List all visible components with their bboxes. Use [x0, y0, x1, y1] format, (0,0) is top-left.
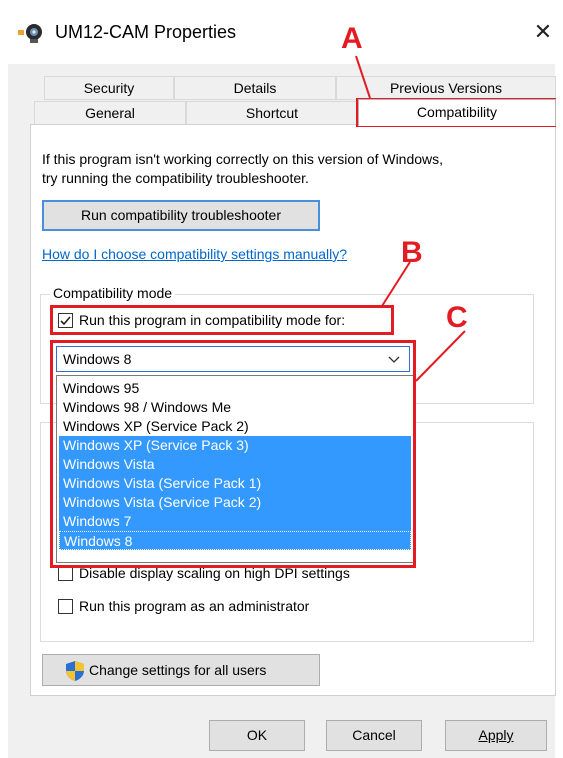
tab-compatibility[interactable]: Compatibility [358, 99, 556, 126]
pointer-c [415, 330, 466, 382]
annotation-label-c: C [446, 301, 468, 334]
pointer-a [355, 55, 371, 99]
annotation-label-b: B [401, 236, 423, 269]
